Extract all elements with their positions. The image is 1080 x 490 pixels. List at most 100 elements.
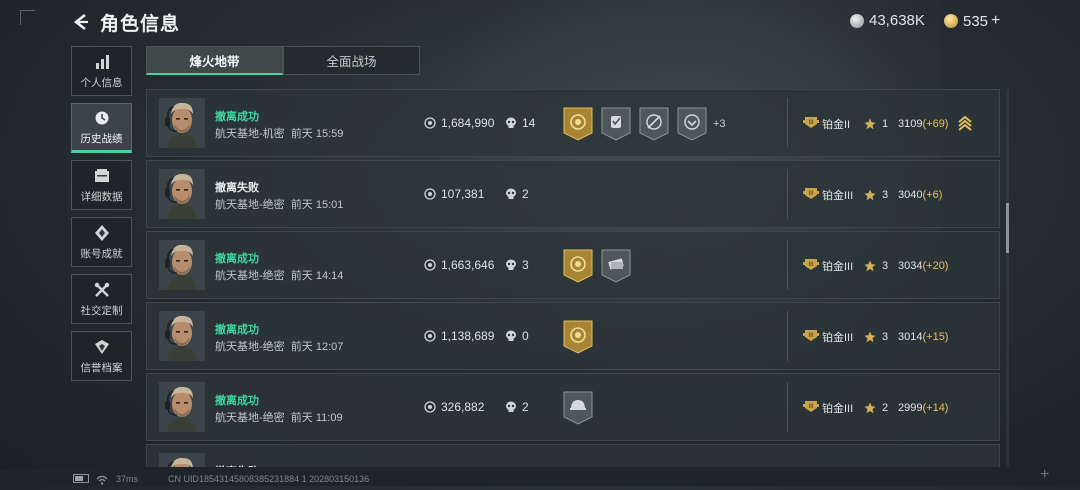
- skull-icon: [505, 188, 517, 200]
- gray-hand-badge[interactable]: [601, 107, 631, 141]
- header: 角色信息: [70, 8, 180, 36]
- row-divider: [787, 311, 788, 361]
- rank-info: III 铂金III 2 2999 (+14): [803, 399, 948, 416]
- kill-count: 2: [505, 400, 529, 414]
- match-record-row[interactable]: 撤离成功航天基地-机密 前天 15:59 1,684,990 14 +3 III 铂金…: [146, 89, 1000, 157]
- silver-amount: 43,638K: [869, 12, 925, 29]
- match-record-row[interactable]: 撤离成功 航天基地-绝密 前天 12:07 1,138,689 0 III 铂金III…: [146, 302, 1000, 370]
- value-icon: [424, 188, 436, 200]
- shield-icon: [94, 337, 110, 357]
- star-count: 3: [882, 188, 889, 201]
- rank-name: 铂金III: [822, 402, 854, 415]
- gray-cash-badge[interactable]: [601, 249, 631, 283]
- score-delta: (+20): [922, 259, 949, 272]
- loot-value-text: 1,138,689: [441, 329, 495, 343]
- kill-count-text: 2: [522, 400, 529, 414]
- extraction-result: 撤离成功: [215, 253, 259, 265]
- sidebar: 个人信息 历史战绩 详细数据 账号成就 社交定制 信誉档案: [71, 46, 132, 388]
- scrollbar-thumb[interactable]: [1006, 203, 1009, 253]
- operator-avatar: [159, 169, 205, 219]
- corner-bracket: [20, 10, 35, 25]
- map-and-time: 航天基地-绝密 前天 11:09: [215, 409, 343, 425]
- sidebar-item-reputation[interactable]: 信誉档案: [71, 331, 132, 381]
- value-icon: [424, 401, 436, 413]
- sidebar-item-profile[interactable]: 个人信息: [71, 46, 132, 96]
- row-divider: [787, 240, 788, 290]
- skull-icon: [505, 117, 517, 129]
- rank-name: 铂金III: [822, 331, 854, 344]
- battery-icon: [73, 474, 89, 483]
- sidebar-item-social[interactable]: 社交定制: [71, 274, 132, 324]
- svg-text:III: III: [808, 403, 814, 410]
- extraction-result: 撤离成功: [215, 395, 259, 407]
- map-and-time: 航天基地-绝密 前天 14:14: [215, 267, 343, 283]
- star-count: 1: [882, 117, 889, 130]
- loot-value-text: 1,684,990: [441, 116, 495, 130]
- gold-emblem-badge[interactable]: [563, 320, 593, 354]
- sidebar-item-achievements[interactable]: 账号成就: [71, 217, 132, 267]
- row-divider: [787, 98, 788, 148]
- loot-value: 107,381: [424, 187, 484, 201]
- gray-helmet-badge[interactable]: [563, 391, 593, 425]
- sidebar-item-label: 详细数据: [80, 191, 123, 203]
- badge-list: [563, 249, 639, 283]
- svg-text:III: III: [808, 190, 814, 197]
- add-currency-button[interactable]: +: [991, 12, 1000, 30]
- operator-avatar: [159, 240, 205, 290]
- row-divider: [787, 169, 788, 219]
- more-badges-count[interactable]: +3: [713, 118, 726, 130]
- match-history-list: 撤离成功 航天基地-机密 前天 15:59 1,684,990 14 +3 III 铂金…: [146, 89, 1000, 467]
- match-record-row[interactable]: 撤离失败: [146, 444, 1000, 467]
- skull-icon: [505, 259, 517, 271]
- page-title: 角色信息: [100, 13, 181, 35]
- star-icon: [864, 402, 876, 414]
- rank-score: 3014: [898, 330, 923, 343]
- scrollbar-track[interactable]: [1006, 89, 1009, 467]
- map-name: 航天基地-绝密: [215, 199, 285, 211]
- gold-currency: 535 +: [944, 12, 1000, 30]
- kill-count-text: 14: [522, 116, 536, 130]
- tab-hazard-zone[interactable]: 烽火地带: [146, 46, 283, 75]
- sidebar-item-label: 社交定制: [80, 305, 123, 317]
- match-time: 前天 15:59: [290, 128, 344, 140]
- gray-eagle-badge[interactable]: [677, 107, 707, 141]
- rank-name: 铂金III: [822, 189, 854, 202]
- rank-up-chevron-icon: [958, 115, 973, 132]
- value-icon: [424, 117, 436, 129]
- wifi-icon: [96, 472, 108, 490]
- map-and-time: 航天基地-绝密 前天 12:07: [215, 338, 343, 354]
- match-time: 前天 12:07: [290, 341, 344, 353]
- rank-badge-icon: III: [803, 186, 819, 203]
- gray-target-badge[interactable]: [639, 107, 669, 141]
- gold-amount: 535: [963, 12, 989, 30]
- ping-value: 37ms: [116, 474, 139, 484]
- operator-avatar: [159, 311, 205, 361]
- match-record-row[interactable]: 撤离成功 航天基地-绝密 前天 11:09 326,882 2 III 铂金III 2…: [146, 373, 1000, 441]
- map-name: 航天基地-机密: [215, 128, 285, 140]
- match-record-row[interactable]: 撤离成功 航天基地-绝密 前天 14:14 1,663,646 3 III 铂金III…: [146, 231, 1000, 299]
- sidebar-item-label: 历史战绩: [80, 133, 123, 145]
- sidebar-item-history[interactable]: 历史战绩: [71, 103, 132, 153]
- badge-list: [563, 320, 601, 354]
- operator-avatar: [159, 382, 205, 432]
- extraction-result: 撤离成功: [215, 111, 259, 123]
- kill-count-text: 0: [522, 329, 529, 343]
- silver-coin-icon: [850, 13, 864, 28]
- map-name: 航天基地-绝密: [215, 341, 285, 353]
- rank-info: III 铂金III 3 3034 (+20): [803, 257, 948, 274]
- gold-emblem-badge[interactable]: [563, 249, 593, 283]
- tab-full-battlefield[interactable]: 全面战场: [283, 46, 420, 75]
- mode-tabs: 烽火地带 全面战场: [146, 46, 420, 75]
- gold-emblem-badge[interactable]: [563, 107, 593, 141]
- match-record-row[interactable]: 撤离失败 航天基地-绝密 前天 15:01 107,381 2 III 铂金III 3…: [146, 160, 1000, 228]
- rank-info: III 铂金II 1 3109 (+69): [803, 115, 973, 132]
- rank-score: 3034: [898, 259, 923, 272]
- sidebar-item-details[interactable]: 详细数据: [71, 160, 132, 210]
- back-arrow-icon[interactable]: [70, 11, 92, 33]
- svg-text:III: III: [808, 119, 814, 126]
- value-icon: [424, 330, 436, 342]
- svg-text:III: III: [808, 332, 814, 339]
- loot-value: 1,684,990: [424, 116, 494, 130]
- star-count: 3: [882, 259, 889, 272]
- map-and-time: 航天基地-机密 前天 15:59: [215, 125, 343, 141]
